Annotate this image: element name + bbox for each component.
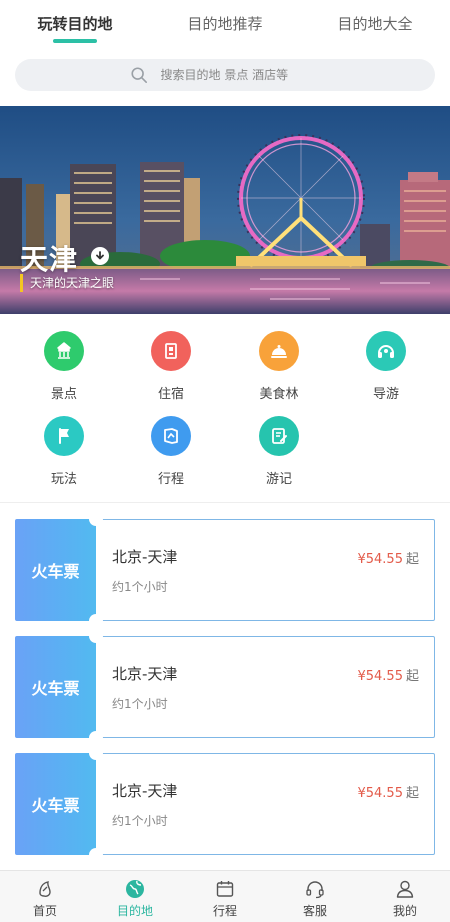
category-label: 导游 — [372, 387, 399, 402]
search-icon — [130, 67, 147, 84]
tab-destination-recommend[interactable]: 目的地推荐 — [150, 0, 300, 48]
nav-label: 客服 — [302, 904, 327, 918]
download-icon[interactable] — [91, 247, 109, 265]
flag-icon — [44, 416, 84, 456]
nav-label: 首页 — [32, 904, 57, 918]
category-hotel[interactable]: 住宿 — [121, 331, 221, 402]
category-scenic[interactable]: 景点 — [14, 331, 114, 402]
nav-destination[interactable]: 目的地 — [90, 871, 180, 922]
destination-banner[interactable]: 天津 天津的天津之眼 — [0, 106, 450, 314]
ticket-type: 火车票 — [15, 753, 96, 855]
category-label: 住宿 — [157, 387, 184, 402]
nav-customer-service[interactable]: 客服 — [270, 871, 360, 922]
price-suffix: 起 — [405, 669, 419, 684]
ticket-price: ¥54.55 起 — [357, 548, 419, 567]
nav-label: 我的 — [392, 904, 417, 918]
train-ticket-card[interactable]: 火车票 北京-天津 约1个小时 ¥54.55 起 — [15, 512, 435, 628]
ticket-body: 北京-天津 约1个小时 ¥54.55 起 — [96, 753, 435, 855]
guide-headset-icon — [366, 331, 406, 371]
ticket-type: 火车票 — [15, 519, 96, 621]
price-suffix: 起 — [405, 786, 419, 801]
food-cloche-icon — [259, 331, 299, 371]
user-icon — [396, 880, 414, 898]
nav-home[interactable]: 首页 — [0, 871, 90, 922]
category-label: 玩法 — [50, 472, 77, 487]
tab-play-destination[interactable]: 玩转目的地 — [0, 0, 150, 48]
train-ticket-card[interactable]: 火车票 北京-天津 约1个小时 ¥54.55 起 — [15, 746, 435, 862]
ticket-notch — [89, 614, 103, 628]
category-label: 美食林 — [259, 387, 299, 402]
nav-label: 行程 — [212, 904, 237, 918]
ticket-duration: 约1个小时 — [112, 580, 168, 594]
ticket-notch — [89, 746, 103, 760]
ticket-type: 火车票 — [15, 636, 96, 738]
travel-notes-icon — [259, 416, 299, 456]
price-suffix: 起 — [405, 552, 419, 567]
category-itinerary[interactable]: 行程 — [121, 416, 221, 487]
train-ticket-card[interactable]: 火车票 北京-天津 约1个小时 ¥54.55 起 — [15, 629, 435, 745]
ticket-price: ¥54.55 起 — [357, 782, 419, 801]
headset-icon — [306, 881, 324, 899]
ticket-route: 北京-天津 — [112, 548, 178, 566]
category-label: 游记 — [265, 472, 292, 487]
ticket-notch — [89, 629, 103, 643]
category-label: 景点 — [50, 387, 77, 402]
landmark-icon — [44, 331, 84, 371]
nav-itinerary[interactable]: 行程 — [180, 871, 270, 922]
category-food[interactable]: 美食林 — [229, 331, 329, 402]
itinerary-icon — [151, 416, 191, 456]
ticket-duration: 约1个小时 — [112, 697, 168, 711]
ticket-route: 北京-天津 — [112, 665, 178, 683]
top-tabs: 玩转目的地 目的地推荐 目的地大全 — [0, 0, 450, 48]
ticket-duration: 约1个小时 — [112, 814, 168, 828]
search-input[interactable] — [160, 68, 321, 82]
search-bar[interactable] — [15, 59, 435, 91]
category-guide[interactable]: 导游 — [336, 331, 436, 402]
hotel-icon — [151, 331, 191, 371]
ticket-notch — [89, 731, 103, 745]
nav-mine[interactable]: 我的 — [360, 871, 450, 922]
tab-destination-all[interactable]: 目的地大全 — [300, 0, 450, 48]
section-divider — [0, 502, 450, 503]
ticket-price: ¥54.55 起 — [357, 665, 419, 684]
calendar-icon — [216, 881, 234, 897]
price-value: ¥54.55 — [357, 669, 403, 684]
category-play[interactable]: 玩法 — [14, 416, 114, 487]
price-value: ¥54.55 — [357, 552, 403, 567]
category-label: 行程 — [157, 472, 184, 487]
globe-icon — [126, 880, 144, 898]
ticket-body: 北京-天津 约1个小时 ¥54.55 起 — [96, 519, 435, 621]
ticket-notch — [89, 848, 103, 862]
nav-label: 目的地 — [116, 904, 153, 918]
category-notes[interactable]: 游记 — [229, 416, 329, 487]
city-name: 天津 — [20, 243, 79, 276]
ticket-route: 北京-天津 — [112, 782, 178, 800]
city-subtitle: 天津的天津之眼 — [20, 274, 114, 292]
price-value: ¥54.55 — [357, 786, 403, 801]
ticket-notch — [89, 512, 103, 526]
ticket-body: 北京-天津 约1个小时 ¥54.55 起 — [96, 636, 435, 738]
bottom-nav: 首页 目的地 行程 客服 我的 — [0, 870, 450, 922]
home-icon — [39, 881, 51, 897]
